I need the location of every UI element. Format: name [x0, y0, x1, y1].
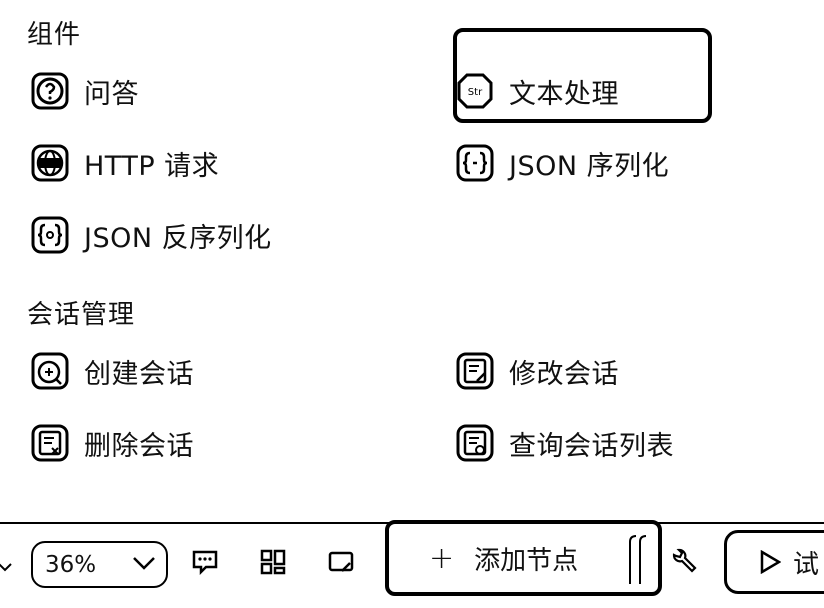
chevron-down-icon — [132, 552, 156, 578]
node-label: 查询会话列表 — [509, 430, 674, 462]
note-icon — [326, 547, 356, 581]
svg-text:Str: Str — [468, 87, 483, 98]
node-item-list-conversations[interactable]: 查询会话列表 — [455, 420, 674, 466]
layout-icon — [258, 547, 288, 581]
play-icon — [760, 550, 781, 574]
zoom-value: 36% — [45, 551, 97, 578]
divider — [622, 532, 652, 588]
json-serialize-icon — [455, 143, 495, 183]
node-item-text-processing[interactable]: Str 文本处理 — [455, 68, 619, 114]
node-item-json-serialize[interactable]: JSON 序列化 — [455, 140, 669, 186]
node-item-edit-conversation[interactable]: 修改会话 — [455, 348, 619, 394]
plus-icon: + — [429, 540, 455, 576]
node-label: 文本处理 — [509, 78, 619, 110]
add-note-button[interactable] — [324, 546, 358, 582]
node-label: 修改会话 — [509, 358, 619, 390]
add-node-label: 添加节点 — [474, 545, 579, 576]
node-label: JSON 反序列化 — [84, 222, 272, 254]
create-conversation-icon — [30, 351, 70, 391]
node-item-json-deserialize[interactable]: JSON 反序列化 — [30, 212, 272, 258]
chevron-down-icon[interactable] — [0, 554, 12, 579]
node-label: 创建会话 — [84, 358, 194, 390]
node-label: 删除会话 — [84, 430, 194, 462]
node-item-create-conversation[interactable]: 创建会话 — [30, 348, 194, 394]
test-run-button[interactable]: 试 — [724, 530, 824, 594]
node-label: 问答 — [84, 78, 139, 110]
comment-icon — [190, 547, 220, 581]
globe-icon — [30, 143, 70, 183]
list-conversation-icon — [455, 423, 495, 463]
zoom-select[interactable]: 36% — [31, 541, 168, 588]
node-label: JSON 序列化 — [509, 150, 670, 182]
comment-button[interactable] — [188, 546, 222, 582]
section-title-components: 组件 — [27, 20, 82, 50]
question-icon — [30, 71, 70, 111]
delete-conversation-icon — [30, 423, 70, 463]
node-item-qa[interactable]: 问答 — [30, 68, 139, 114]
json-deserialize-icon — [30, 215, 70, 255]
layout-button[interactable] — [256, 546, 290, 582]
node-item-http-request[interactable]: HTTP 请求 — [30, 140, 219, 186]
test-run-label: 试 — [793, 549, 820, 580]
text-processing-icon: Str — [455, 71, 495, 111]
tools-button[interactable] — [666, 546, 700, 582]
add-node-button[interactable]: + 添加节点 — [385, 520, 662, 596]
node-label: HTTP 请求 — [84, 150, 220, 182]
section-title-conversation: 会话管理 — [27, 300, 136, 330]
node-item-delete-conversation[interactable]: 删除会话 — [30, 420, 194, 466]
wrench-icon — [668, 547, 698, 581]
edit-conversation-icon — [455, 351, 495, 391]
